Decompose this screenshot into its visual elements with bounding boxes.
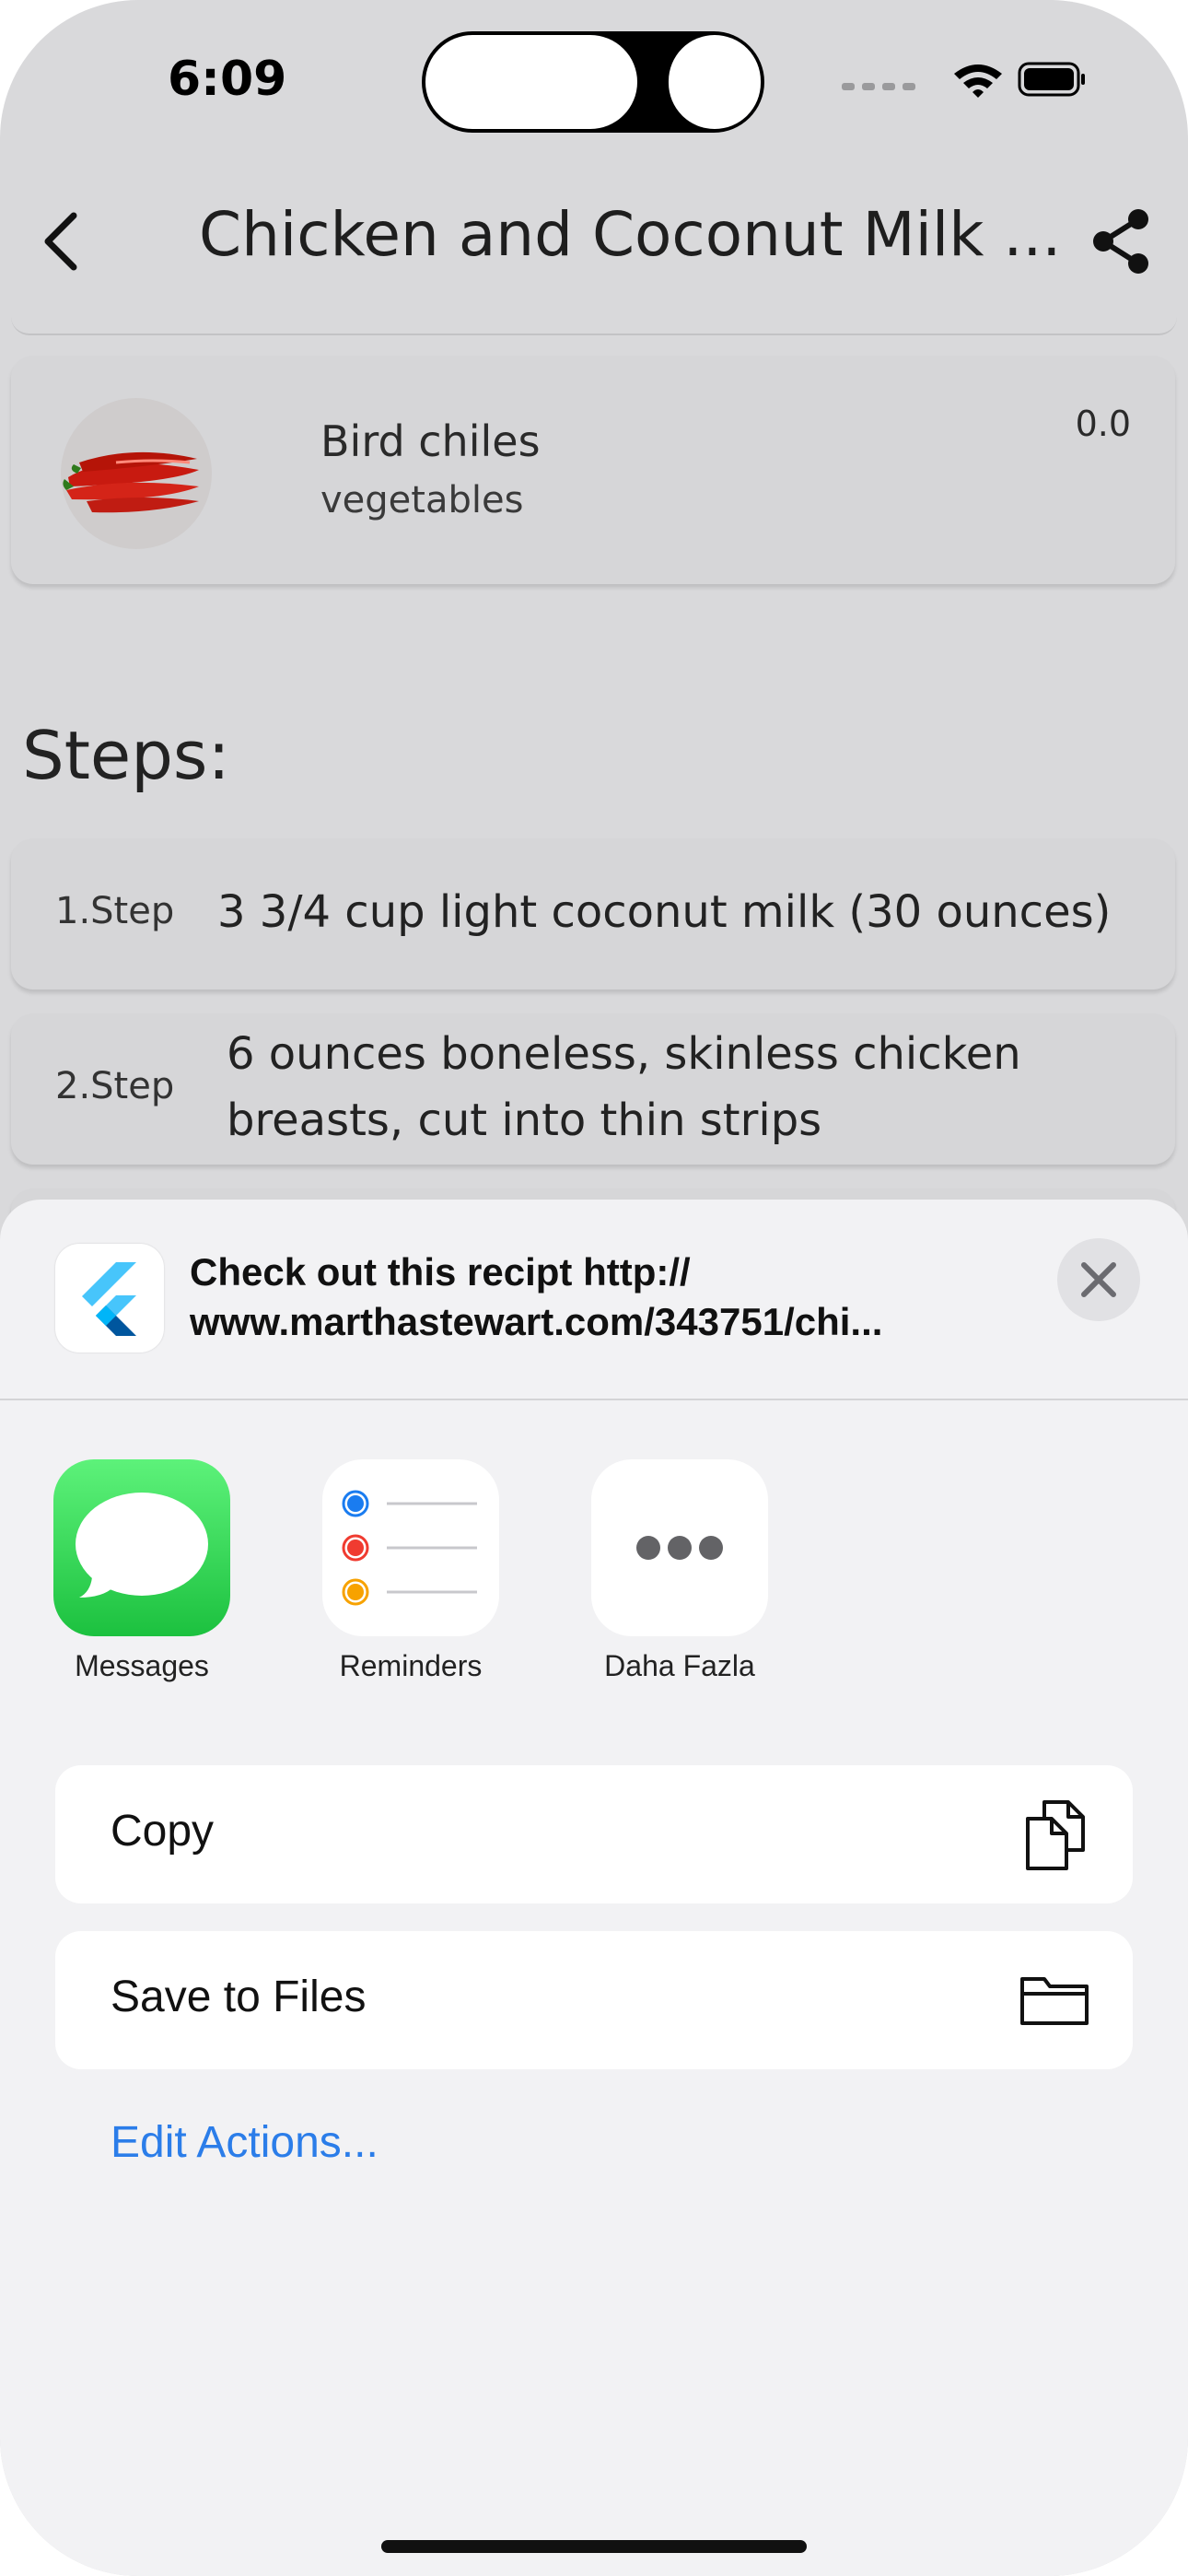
folder-icon xyxy=(1020,1977,1089,2025)
share-message: Check out this recipt http:// www.martha… xyxy=(190,1247,1000,1347)
share-sheet-header: Check out this recipt http:// www.martha… xyxy=(0,1200,1188,1400)
share-message-line-1: Check out this recipt http:// xyxy=(190,1250,691,1294)
step-number: 2.Step xyxy=(55,1065,175,1107)
chile-pepper-image xyxy=(63,451,199,513)
steps-heading: Steps: xyxy=(22,717,230,794)
status-time: 6:09 xyxy=(168,52,287,107)
share-message-line-2: www.marthastewart.com/343751/chi... xyxy=(190,1300,883,1343)
share-target-label: Daha Fazla xyxy=(604,1649,755,1682)
close-icon xyxy=(1081,1262,1116,1297)
save-to-files-label: Save to Files xyxy=(111,1973,367,2021)
wifi-icon xyxy=(954,64,1002,98)
share-target-label: Reminders xyxy=(339,1649,483,1682)
phone-screen: 6:09 Chicken and Coconut Milk ... Bird c… xyxy=(0,0,1188,2576)
step-text-line-2: breasts, cut into thin strips xyxy=(227,1095,822,1146)
flutter-app-icon xyxy=(55,1244,164,1352)
step-text: 3 3/4 cup light coconut milk (30 ounces) xyxy=(217,886,1112,938)
home-indicator[interactable] xyxy=(381,2540,807,2553)
share-target-more[interactable]: Daha Fazla xyxy=(591,1459,768,1683)
copy-action[interactable]: Copy xyxy=(55,1765,1133,1903)
copy-action-label: Copy xyxy=(111,1807,215,1856)
save-to-files-action[interactable]: Save to Files xyxy=(55,1931,1133,2069)
copy-icon xyxy=(1026,1800,1085,1870)
dynamic-island xyxy=(422,31,764,133)
step-text-line-1: 6 ounces boneless, skinless chicken xyxy=(227,1028,1021,1080)
step-card[interactable]: 2.Step 6 ounces boneless, skinless chick… xyxy=(11,1013,1175,1165)
close-button[interactable] xyxy=(1057,1238,1140,1321)
chevron-left-icon xyxy=(44,212,77,271)
reminders-icon[interactable] xyxy=(322,1459,499,1636)
signal-icon xyxy=(842,83,915,90)
ingredient-name: Bird chiles xyxy=(320,416,541,466)
edit-actions-link[interactable]: Edit Actions... xyxy=(111,2117,379,2168)
step-number: 1.Step xyxy=(55,890,175,932)
status-icons xyxy=(838,61,1087,98)
share-icon xyxy=(1093,209,1148,274)
ingredient-image xyxy=(61,398,212,549)
ingredient-card[interactable]: Bird chiles vegetables 0.0 xyxy=(11,356,1175,584)
ingredient-quantity: 0.0 xyxy=(1075,404,1131,444)
messages-icon[interactable] xyxy=(53,1459,230,1636)
share-target-label: Messages xyxy=(75,1649,209,1682)
back-button[interactable] xyxy=(37,205,92,278)
share-button[interactable] xyxy=(1087,206,1157,276)
ingredient-category: vegetables xyxy=(320,479,524,521)
page-title: Chicken and Coconut Milk ... xyxy=(199,199,1062,270)
share-target-messages[interactable]: Messages xyxy=(53,1459,230,1683)
battery-icon xyxy=(1018,62,1085,97)
previous-card-edge xyxy=(11,317,1177,335)
share-sheet: Check out this recipt http:// www.martha… xyxy=(0,1200,1188,2576)
step-card[interactable]: 1.Step 3 3/4 cup light coconut milk (30 … xyxy=(11,838,1175,989)
more-icon[interactable] xyxy=(591,1459,768,1636)
share-target-reminders[interactable]: Reminders xyxy=(322,1459,499,1683)
